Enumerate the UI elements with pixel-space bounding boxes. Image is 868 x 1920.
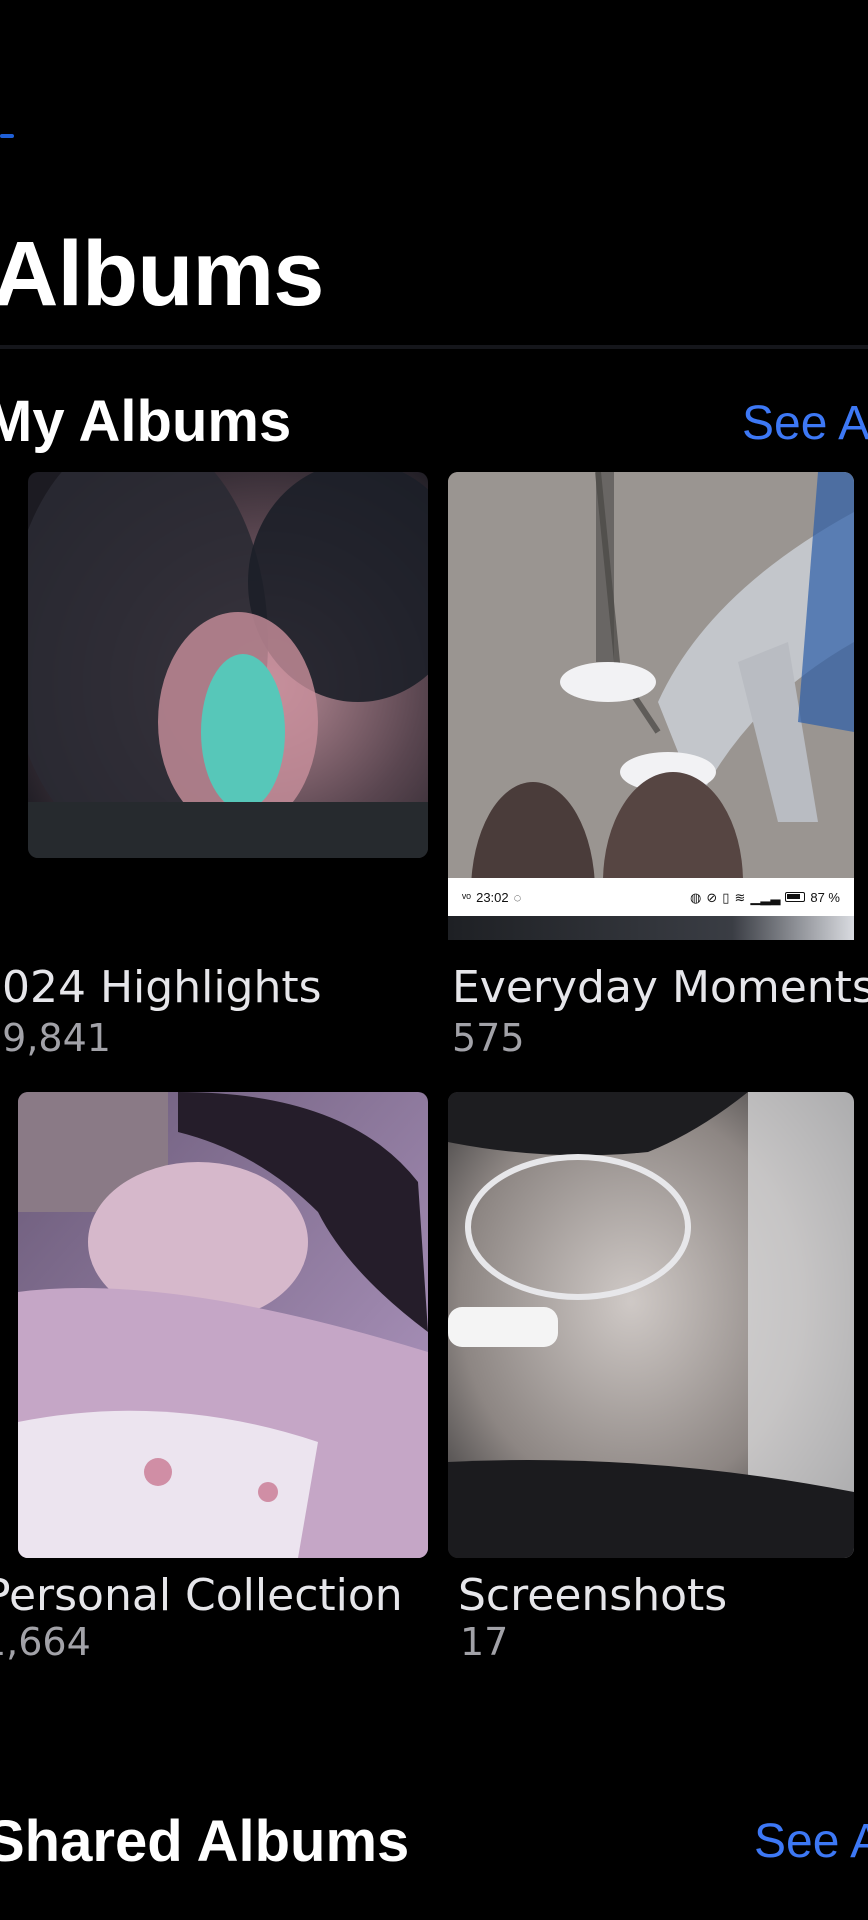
album-count: 575 xyxy=(452,1016,525,1060)
album-thumbnail-2024-highlights[interactable] xyxy=(28,472,428,858)
album-thumbnail-screenshots[interactable] xyxy=(448,1092,854,1558)
status-time: 23:02 xyxy=(476,889,509,905)
album-photo xyxy=(18,1092,428,1558)
alarm-icon: ◍ xyxy=(690,889,702,905)
vibrate-icon: ▯ xyxy=(722,889,730,905)
album-name: Personal Collection xyxy=(0,1570,403,1621)
wifi-icon: ≋ xyxy=(734,889,746,905)
battery-percent: 87 % xyxy=(810,889,840,905)
my-albums-title: My Albums xyxy=(0,389,292,454)
signal-icon: ▁▂▃ xyxy=(750,889,781,905)
whatsapp-icon: ◌ xyxy=(513,889,522,905)
header-divider xyxy=(0,345,868,349)
shared-albums-see-all-link[interactable]: See All xyxy=(754,1814,868,1869)
thumbnail-bottom-strip xyxy=(448,916,854,940)
mute-icon: ⊘ xyxy=(706,889,718,905)
album-photo xyxy=(448,472,854,878)
album-count: 1,664 xyxy=(0,1620,91,1664)
shared-albums-title: Shared Albums xyxy=(0,1809,410,1874)
album-name: 2024 Highlights xyxy=(0,962,322,1013)
album-thumbnail-everyday-moments[interactable] xyxy=(448,472,854,878)
album-count: 17 xyxy=(460,1620,509,1664)
embedded-status-bar: ᵛᵒ 23:02 ◌ ◍ ⊘ ▯ ≋ ▁▂▃ 87 % xyxy=(448,878,854,916)
album-name: Everyday Moments xyxy=(452,962,868,1013)
album-name: Screenshots xyxy=(458,1570,728,1621)
page-title: Albums xyxy=(0,223,324,325)
album-thumbnail-personal-collection[interactable] xyxy=(18,1092,428,1558)
album-photo xyxy=(28,472,428,858)
album-count: 19,841 xyxy=(0,1016,111,1060)
back-button[interactable] xyxy=(0,134,14,138)
album-photo xyxy=(448,1092,854,1558)
volte-icon: ᵛᵒ xyxy=(462,889,472,905)
battery-icon xyxy=(785,892,806,902)
my-albums-see-all-link[interactable]: See All xyxy=(742,396,868,451)
